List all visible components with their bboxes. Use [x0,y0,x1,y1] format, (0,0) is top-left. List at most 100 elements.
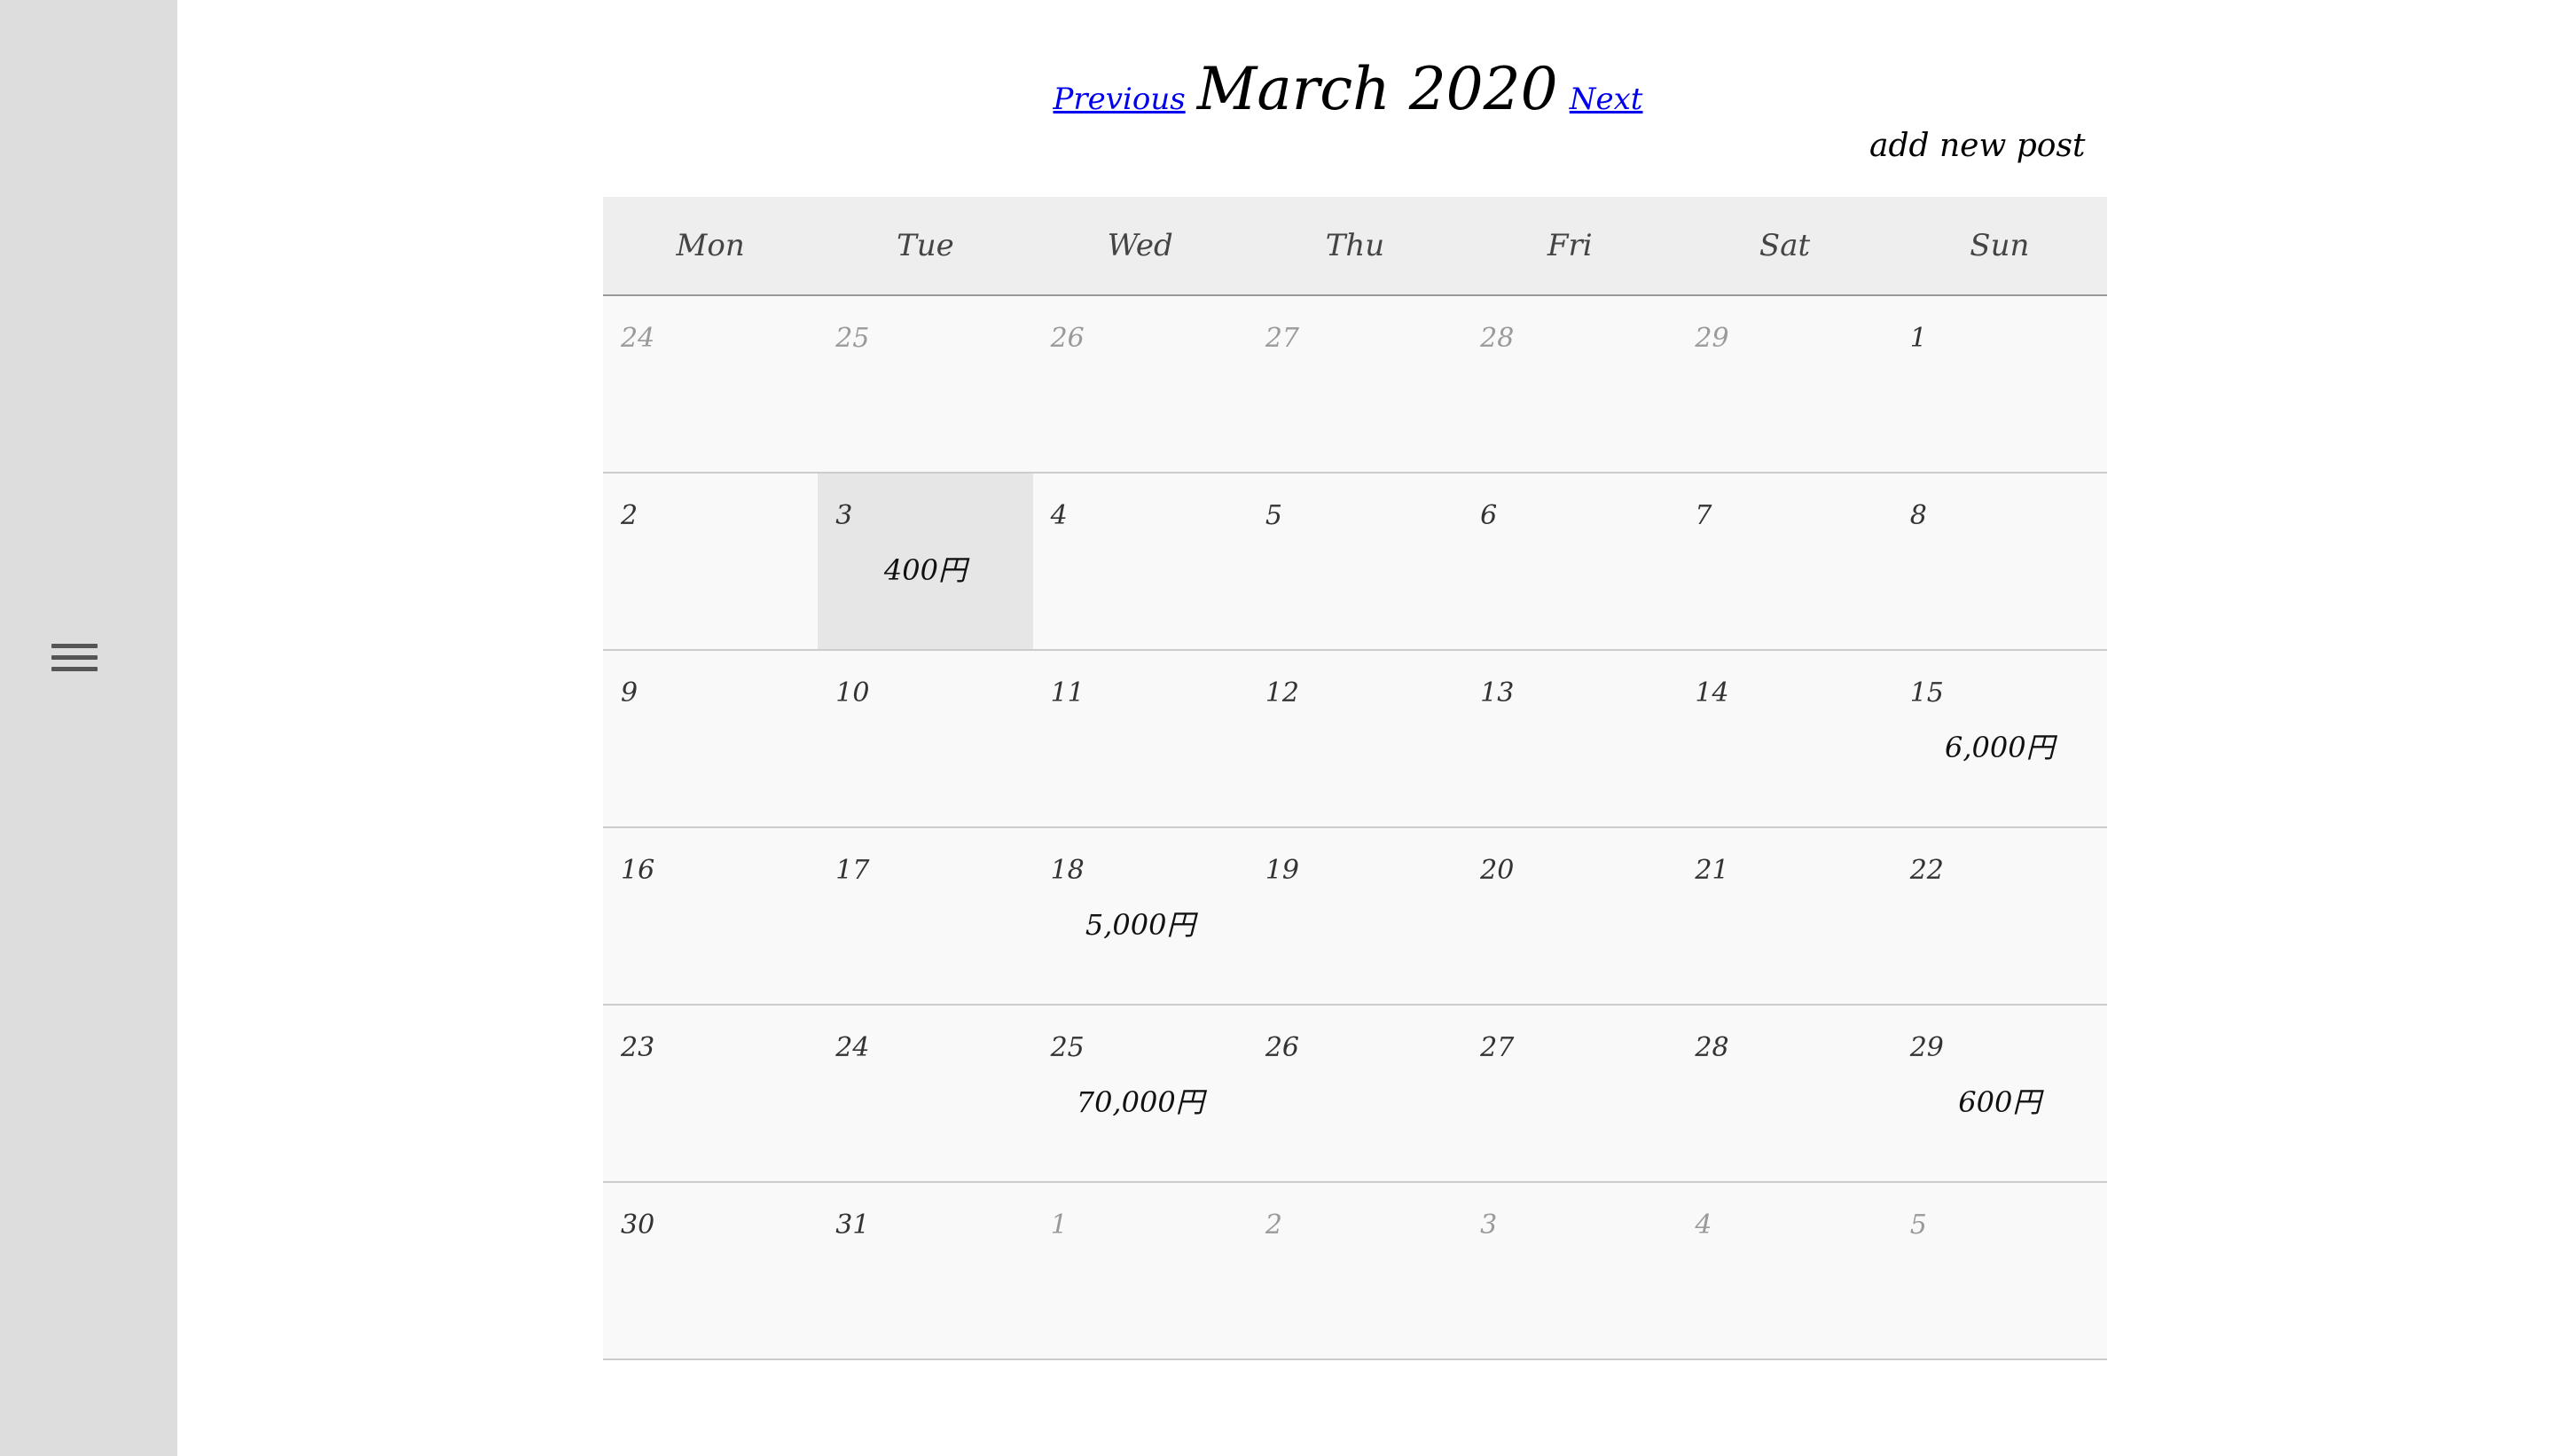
calendar-day-cell[interactable]: 24 [818,1006,1032,1181]
day-number: 7 [1695,500,1712,531]
calendar-day-cell[interactable]: 5 [1248,474,1462,649]
weekday-header: Thu [1325,228,1385,263]
calendar-day-cell[interactable]: 25 70,000円 [1033,1006,1248,1181]
calendar-day-cell[interactable]: 5 [1892,1183,2107,1358]
calendar-day-cell[interactable]: 28 [1462,296,1677,472]
weekday-header: Sun [1970,228,2030,263]
calendar-day-cell[interactable]: 15 6,000円 [1892,651,2107,826]
calendar-day-cell[interactable]: 28 [1677,1006,1892,1181]
day-number: 14 [1695,677,1729,708]
calendar-day-cell[interactable]: 4 [1677,1183,1892,1358]
calendar-day-cell[interactable]: 10 [818,651,1032,826]
calendar-day-cell[interactable]: 20 [1462,828,1677,1004]
calendar-day-cell[interactable]: 9 [603,651,818,826]
day-number: 2 [621,500,638,531]
hamburger-line [51,644,98,648]
calendar-day-cell[interactable]: 26 [1033,296,1248,472]
day-number: 1 [1050,1209,1068,1241]
calendar-day-cell[interactable]: 14 [1677,651,1892,826]
day-number: 18 [1050,855,1085,886]
calendar-day-cell[interactable]: 27 [1462,1006,1677,1181]
calendar-day-cell[interactable]: 25 [818,296,1032,472]
calendar-day-cell[interactable]: 29 600円 [1892,1006,2107,1181]
day-number: 4 [1050,500,1068,531]
previous-month-link[interactable]: Previous [1054,82,1186,117]
calendar-day-cell[interactable]: 18 5,000円 [1033,828,1248,1004]
day-number: 25 [1050,1032,1085,1063]
day-number: 26 [1050,323,1085,354]
calendar-week-row: 9 10 11 12 13 14 15 6,000円 [603,651,2107,828]
day-number: 9 [621,677,638,708]
day-number: 22 [1909,855,1944,886]
day-amount: 400円 [883,553,967,587]
calendar-day-cell[interactable]: 21 [1677,828,1892,1004]
weekday-header: Fri [1547,228,1593,263]
day-number: 5 [1909,1209,1927,1241]
day-number: 27 [1265,323,1300,354]
calendar-day-cell[interactable]: 24 [603,296,818,472]
calendar-week-row: 24 25 26 27 28 29 1 [603,296,2107,474]
add-new-post-link[interactable]: add new post [1869,128,2085,164]
day-amount: 70,000円 [1076,1085,1204,1119]
day-number: 21 [1695,855,1729,886]
calendar-day-cell[interactable]: 6 [1462,474,1677,649]
day-amount: 600円 [1958,1085,2041,1119]
calendar-day-cell[interactable]: 29 [1677,296,1892,472]
calendar-day-cell[interactable]: 31 [818,1183,1032,1358]
calendar-day-cell[interactable]: 27 [1248,296,1462,472]
day-number: 5 [1265,500,1282,531]
calendar-day-cell[interactable]: 4 [1033,474,1248,649]
hamburger-menu-icon[interactable] [51,640,98,676]
day-number: 8 [1909,500,1927,531]
calendar-day-cell[interactable]: 12 [1248,651,1462,826]
day-number: 24 [835,1032,870,1063]
calendar-day-cell[interactable]: 30 [603,1183,818,1358]
day-number: 25 [835,323,870,354]
day-number: 2 [1265,1209,1282,1241]
weekday-header: Wed [1107,228,1173,263]
day-number: 16 [621,855,655,886]
calendar-day-cell[interactable]: 16 [603,828,818,1004]
day-number: 28 [1695,1032,1729,1063]
calendar-day-cell[interactable]: 2 [1248,1183,1462,1358]
calendar-day-cell[interactable]: 8 [1892,474,2107,649]
calendar-day-cell[interactable]: 11 [1033,651,1248,826]
day-number: 29 [1695,323,1729,354]
weekday-header-row: Mon Tue Wed Thu Fri Sat Sun [603,197,2107,296]
calendar-day-cell[interactable]: 7 [1677,474,1892,649]
day-number: 23 [621,1032,655,1063]
calendar-week-row: 16 17 18 5,000円 19 20 21 22 [603,828,2107,1006]
calendar-day-cell[interactable]: 3 400円 [818,474,1033,649]
calendar-day-cell[interactable]: 17 [818,828,1032,1004]
calendar-day-cell[interactable]: 1 [1892,296,2107,472]
day-number: 24 [621,323,655,354]
calendar-day-cell[interactable]: 13 [1462,651,1677,826]
calendar-day-cell[interactable]: 22 [1892,828,2107,1004]
calendar-day-cell[interactable]: 2 [603,474,818,649]
calendar-week-row: 23 24 25 70,000円 26 27 28 29 600円 [603,1006,2107,1183]
next-month-link[interactable]: Next [1570,82,1643,117]
weekday-header: Mon [676,228,745,263]
calendar-day-cell[interactable]: 3 [1462,1183,1677,1358]
hamburger-line [51,655,98,660]
day-number: 11 [1050,677,1085,708]
month-navigation: Previous March 2020 Next [0,55,2554,123]
day-number: 31 [835,1209,870,1241]
calendar-day-cell[interactable]: 23 [603,1006,818,1181]
day-number: 13 [1480,677,1515,708]
calendar-day-cell[interactable]: 26 [1248,1006,1462,1181]
day-number: 10 [835,677,870,708]
calendar-day-cell[interactable]: 1 [1033,1183,1248,1358]
day-number: 20 [1480,855,1515,886]
day-number: 26 [1265,1032,1300,1063]
calendar-day-cell[interactable]: 19 [1248,828,1462,1004]
weekday-header: Sat [1759,228,1811,263]
day-number: 17 [835,855,870,886]
hamburger-line [51,667,98,671]
day-number: 15 [1909,677,1944,708]
day-number: 27 [1480,1032,1515,1063]
calendar-week-row: 2 3 400円 4 5 6 7 8 [603,474,2107,651]
day-number: 12 [1265,677,1300,708]
calendar-grid: Mon Tue Wed Thu Fri Sat Sun 24 25 26 27 28 29 1 2 3 400… [603,197,2107,1360]
day-number: 3 [1480,1209,1498,1241]
